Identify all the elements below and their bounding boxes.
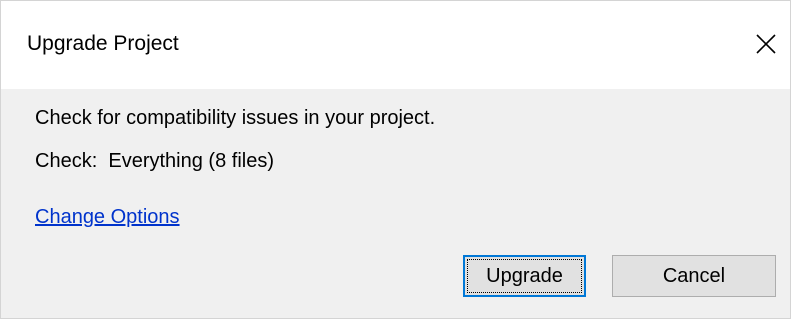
check-row: Check: Everything (8 files) <box>35 149 274 173</box>
cancel-button-label: Cancel <box>662 264 726 287</box>
upgrade-button-label: Upgrade <box>486 264 563 287</box>
close-icon <box>756 34 776 54</box>
change-options-link[interactable]: Change Options <box>35 205 180 229</box>
check-value: Everything (8 files) <box>108 150 274 172</box>
dialog-content: Check for compatibility issues in your p… <box>1 89 790 318</box>
title-bar: Upgrade Project <box>1 1 790 89</box>
upgrade-button[interactable]: Upgrade <box>463 255 586 297</box>
compatibility-message: Check for compatibility issues in your p… <box>35 107 436 129</box>
upgrade-project-dialog: Upgrade Project Check for compatibility … <box>0 0 791 319</box>
dialog-title: Upgrade Project <box>27 32 179 55</box>
check-label: Check: <box>35 150 98 172</box>
close-button[interactable] <box>745 23 787 65</box>
cancel-button[interactable]: Cancel <box>612 255 776 297</box>
